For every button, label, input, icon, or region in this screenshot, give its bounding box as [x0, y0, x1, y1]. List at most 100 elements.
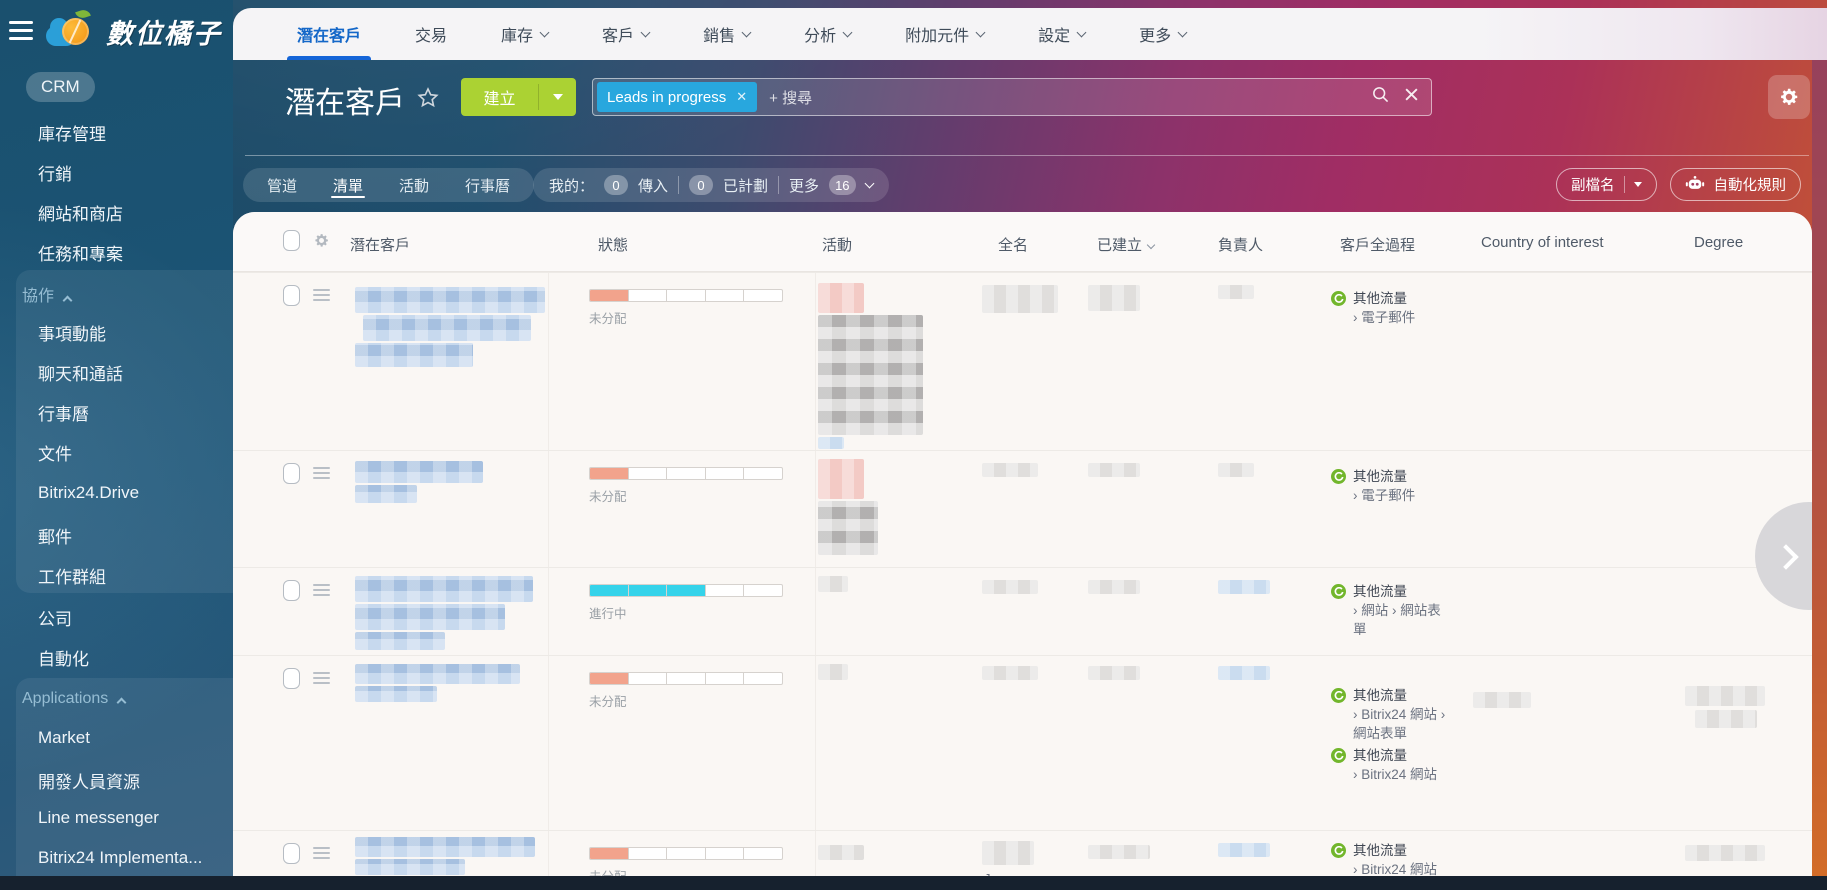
sidebar-item-sites-stores[interactable]: 網站和商店	[38, 200, 123, 225]
company-logo[interactable]: 數位橘子	[46, 8, 222, 52]
drag-handle[interactable]	[313, 467, 330, 482]
sidebar-item-workgroups[interactable]: 工作群組	[38, 563, 106, 588]
nav-tab-sales[interactable]: 銷售	[703, 8, 752, 60]
status-label: 未分配	[589, 695, 627, 709]
table-row[interactable]: 未分配 其他流量 › Bitrix24 網站 › 網站表單 其他流量 › Bit…	[233, 655, 1812, 830]
create-dropdown-arrow[interactable]	[539, 78, 576, 116]
view-tab-pipeline[interactable]: 管道	[253, 168, 311, 202]
customer-journey-entry: 其他流量 › 電子郵件	[1331, 289, 1453, 327]
sidebar-item-tasks-projects[interactable]: 任務和專案	[38, 240, 123, 265]
more-count-badge[interactable]: 16	[829, 175, 856, 195]
view-tab-list[interactable]: 清單	[319, 168, 377, 202]
more-chevron-down-icon[interactable]	[864, 178, 874, 188]
menu-hamburger-icon[interactable]	[9, 21, 33, 40]
column-header-fullname[interactable]: 全名	[998, 234, 1028, 255]
incoming-label[interactable]: 傳入	[638, 175, 668, 196]
toolbar-divider	[245, 155, 1809, 156]
filter-chip-remove-icon[interactable]: ✕	[736, 89, 747, 105]
view-tab-calendar[interactable]: 行事曆	[451, 168, 524, 202]
column-header-journey[interactable]: 客戶全過程	[1340, 234, 1415, 255]
redacted-created-date	[1088, 580, 1140, 594]
sidebar-item-bitrix24-implementation[interactable]: Bitrix24 Implementa...	[38, 848, 202, 868]
table-row[interactable]: 未分配 其他流量 › 電子郵件	[233, 450, 1812, 567]
row-checkbox[interactable]	[283, 843, 300, 864]
sidebar-item-automation[interactable]: 自動化	[38, 645, 89, 670]
redacted-responsible	[1218, 843, 1270, 857]
sidebar-section-collaboration[interactable]: 協作	[22, 282, 73, 306]
sidebar-item-mail[interactable]: 郵件	[38, 523, 72, 548]
sort-chevron-down-icon	[1146, 240, 1156, 250]
chevron-down-icon	[1076, 27, 1087, 37]
create-button[interactable]: 建立	[461, 78, 576, 116]
nav-tab-clients[interactable]: 客戶	[602, 8, 651, 60]
sidebar-item-inventory[interactable]: 庫存管理	[38, 120, 106, 145]
column-header-status[interactable]: 狀態	[598, 234, 628, 255]
planned-label[interactable]: 已計劃	[723, 175, 768, 196]
drag-handle[interactable]	[313, 847, 330, 862]
redacted-lead-name	[355, 343, 473, 367]
search-clear-icon[interactable]	[1404, 87, 1419, 107]
sidebar-item-line-messenger[interactable]: Line messenger	[38, 808, 159, 828]
create-button-label[interactable]: 建立	[461, 78, 538, 116]
sidebar-item-market[interactable]: Market	[38, 728, 90, 748]
extensions-dropdown-arrow[interactable]	[1633, 182, 1642, 187]
leads-table: 潛在客戶 狀態 活動 全名 已建立 負責人 客戶全過程 Country of i…	[233, 212, 1812, 876]
redacted-fullname	[982, 841, 1034, 865]
table-row[interactable]: DEMO 未分配 Jacn 其他流量 › Bitrix24 網站	[233, 830, 1812, 876]
sidebar-item-news-feed[interactable]: 事項動能	[38, 320, 106, 345]
redacted-lead-name[interactable]	[355, 664, 520, 684]
redacted-created-date	[1088, 285, 1140, 311]
row-checkbox[interactable]	[283, 580, 300, 601]
favorite-star-icon[interactable]	[416, 86, 440, 115]
nav-tab-inventory[interactable]: 庫存	[501, 8, 550, 60]
nav-tab-analytics[interactable]: 分析	[804, 8, 853, 60]
sidebar-item-crm[interactable]: CRM	[26, 72, 95, 102]
extensions-button[interactable]: 副檔名	[1556, 168, 1657, 201]
column-header-lead[interactable]: 潛在客戶	[350, 234, 410, 255]
incoming-count-badge[interactable]: 0	[604, 175, 629, 195]
nav-tab-leads[interactable]: 潛在客戶	[287, 8, 372, 60]
search-icon[interactable]	[1371, 85, 1390, 109]
redacted-responsible	[1218, 463, 1254, 477]
sidebar-section-applications[interactable]: Applications	[22, 690, 127, 708]
row-checkbox[interactable]	[283, 668, 300, 689]
view-tab-activities[interactable]: 活動	[385, 168, 443, 202]
automation-rules-button[interactable]: 自動化規則	[1669, 168, 1801, 201]
nav-tab-settings[interactable]: 設定	[1038, 8, 1087, 60]
column-header-activity[interactable]: 活動	[822, 234, 852, 255]
drag-handle[interactable]	[313, 289, 330, 304]
header-gear-icon[interactable]	[313, 232, 330, 253]
nav-tab-more[interactable]: 更多	[1139, 8, 1188, 60]
sidebar-item-marketing[interactable]: 行銷	[38, 160, 72, 185]
column-header-country[interactable]: Country of interest	[1481, 234, 1604, 251]
redacted-lead-name[interactable]	[355, 837, 535, 857]
drag-handle[interactable]	[313, 672, 330, 687]
sidebar-item-documents[interactable]: 文件	[38, 440, 72, 465]
nav-tab-deals[interactable]: 交易	[415, 8, 447, 60]
search-placeholder[interactable]: + 搜尋	[769, 87, 1371, 108]
redacted-lead-name[interactable]	[355, 461, 483, 483]
redacted-country	[1473, 692, 1531, 708]
filter-chip[interactable]: Leads in progress ✕	[597, 82, 758, 112]
row-checkbox[interactable]	[283, 463, 300, 484]
planned-count-badge[interactable]: 0	[689, 175, 714, 195]
sidebar-item-calendar[interactable]: 行事曆	[38, 400, 89, 425]
search-bar[interactable]: Leads in progress ✕ + 搜尋	[592, 78, 1432, 116]
drag-handle[interactable]	[313, 584, 330, 599]
column-header-degree[interactable]: Degree	[1694, 234, 1743, 251]
column-header-created[interactable]: 已建立	[1097, 234, 1156, 255]
table-row[interactable]: 進行中 其他流量 › 網站 › 網站表單	[233, 567, 1812, 655]
column-header-responsible[interactable]: 負責人	[1218, 234, 1263, 255]
redacted-lead-name[interactable]	[355, 576, 533, 602]
sidebar-item-drive[interactable]: Bitrix24.Drive	[38, 483, 139, 503]
grid-settings-button[interactable]	[1768, 75, 1810, 119]
redacted-lead-name[interactable]	[355, 287, 545, 313]
sidebar-item-company[interactable]: 公司	[38, 605, 72, 630]
sidebar-item-chat-calls[interactable]: 聊天和通話	[38, 360, 123, 385]
nav-tab-addons[interactable]: 附加元件	[905, 8, 986, 60]
sidebar-item-developer-resources[interactable]: 開發人員資源	[38, 768, 140, 793]
select-all-checkbox[interactable]	[283, 230, 300, 251]
row-checkbox[interactable]	[283, 285, 300, 306]
table-row[interactable]: 未分配 其他流量 › 電子郵件	[233, 272, 1812, 450]
more-filters-label[interactable]: 更多	[789, 175, 819, 196]
